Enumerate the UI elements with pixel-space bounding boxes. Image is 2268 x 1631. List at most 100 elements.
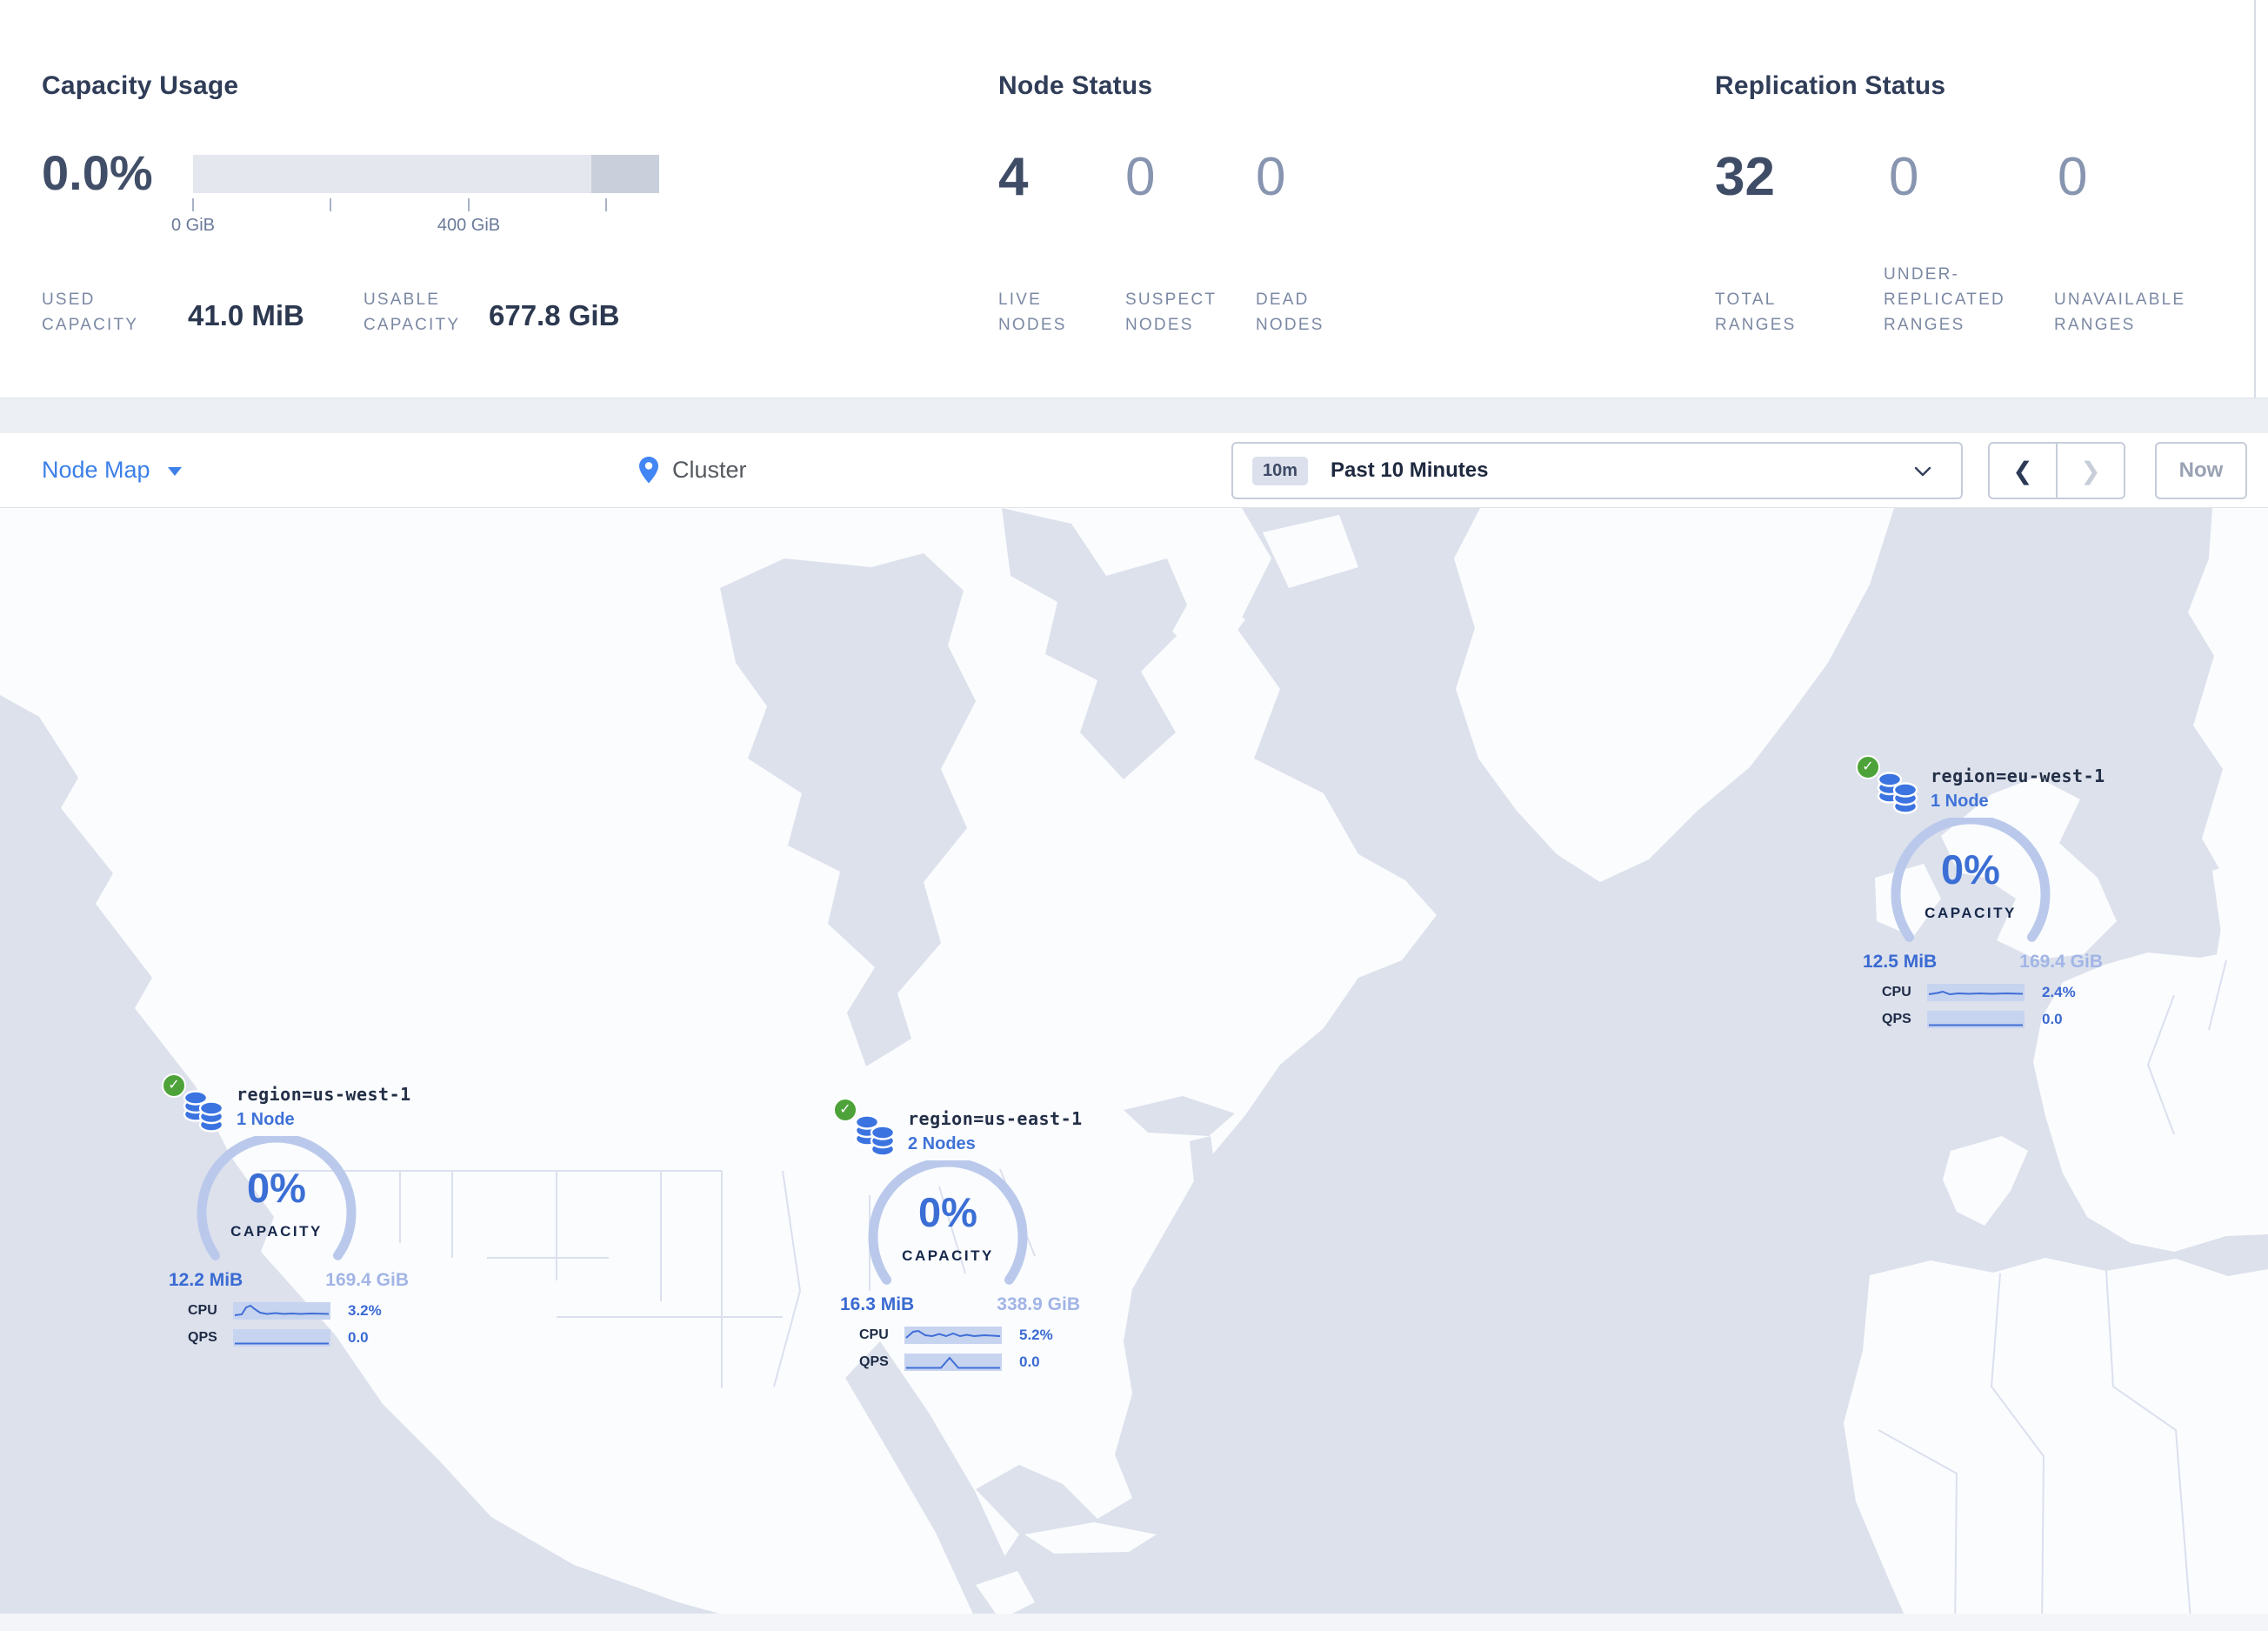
label-line: NODES	[1125, 316, 1194, 334]
qps-value: 0.0	[2042, 1011, 2063, 1027]
unavailable-ranges-count: 0	[2058, 147, 2088, 207]
capacity-gauge: 0% CAPACITY	[1875, 814, 2066, 974]
view-selector-label: Node Map	[42, 457, 150, 483]
node-status-title: Node Status	[998, 71, 1153, 100]
database-icon	[854, 1112, 897, 1159]
cpu-label: CPU	[859, 1327, 889, 1342]
region-used-capacity: 12.2 MiB	[169, 1270, 243, 1290]
label-line: UNDER-	[1884, 265, 1960, 284]
capacity-gauge: 0% CAPACITY	[181, 1133, 372, 1293]
capacity-usage-title: Capacity Usage	[42, 71, 239, 100]
region-used-capacity: 12.5 MiB	[1863, 952, 1938, 972]
label-line: RANGES	[2054, 316, 2136, 334]
qps-sparkline	[233, 1329, 330, 1347]
dead-nodes-label: DEAD NODES	[1256, 287, 1324, 338]
axis-tick	[605, 198, 607, 211]
replication-status-title: Replication Status	[1715, 71, 1946, 100]
label-line: UNAVAILABLE	[2054, 291, 2186, 309]
axis-tick-label: 400 GiB	[437, 216, 501, 235]
region-metrics: CPU 5.2% QPS 0.0	[859, 1326, 1053, 1380]
chevron-down-icon	[1914, 466, 1931, 477]
time-window-badge: 10m	[1252, 456, 1309, 485]
gauge-percent: 0%	[247, 1165, 306, 1211]
label-line: CAPACITY	[364, 316, 461, 334]
total-ranges-label: TOTAL RANGES	[1715, 287, 1796, 338]
axis-tick-label: 0 GiB	[170, 216, 216, 235]
cpu-value: 2.4%	[2042, 984, 2076, 1000]
cluster-summary-panel: Capacity Usage 0.0% 0 GiB 400 GiB USED C…	[0, 0, 2268, 398]
breadcrumb-label: Cluster	[672, 457, 747, 483]
qps-sparkline	[1927, 1011, 2025, 1028]
region-node-count: 1 Node	[1931, 792, 1989, 811]
axis-tick	[192, 198, 194, 211]
cpu-value: 3.2%	[348, 1302, 382, 1319]
region-used-capacity: 16.3 MiB	[840, 1294, 915, 1314]
map-pin-icon	[639, 457, 658, 484]
capacity-gauge: 0% CAPACITY	[852, 1157, 1044, 1317]
total-ranges-count: 32	[1715, 147, 1775, 207]
world-map	[0, 508, 2268, 1631]
label-line: REPLICATED	[1884, 291, 2005, 309]
panel-edge-divider	[2254, 0, 2256, 398]
qps-value: 0.0	[1019, 1354, 1040, 1370]
region-node-count: 2 Nodes	[908, 1134, 976, 1153]
breadcrumb-cluster[interactable]: Cluster	[637, 433, 747, 507]
gauge-percent: 0%	[918, 1189, 977, 1235]
cpu-sparkline	[233, 1302, 330, 1320]
qps-label: QPS	[1882, 1012, 1911, 1026]
region-card-eu-west-1[interactable]: ✓ region=eu-west-1 1 Node 0% CAPACITY 12…	[1851, 753, 2115, 1044]
label-line: RANGES	[1884, 316, 1965, 334]
healthy-check-icon: ✓	[1856, 755, 1880, 779]
region-metrics: CPU 2.4% QPS 0.0	[1882, 983, 2076, 1037]
label-line: DEAD	[1256, 291, 1310, 309]
suspect-nodes-count: 0	[1125, 147, 1156, 207]
label-line: TOTAL	[1715, 291, 1777, 309]
time-next-button[interactable]: ❯	[2058, 444, 2124, 498]
capacity-bar-reserved-segment	[591, 155, 659, 193]
healthy-check-icon: ✓	[162, 1073, 186, 1098]
qps-value: 0.0	[348, 1329, 369, 1346]
usable-capacity-label: USABLE CAPACITY	[364, 287, 460, 338]
region-card-us-east-1[interactable]: ✓ region=us-east-1 2 Nodes 0% CAPACITY 1…	[828, 1096, 1092, 1387]
label-line: NODES	[1256, 316, 1324, 334]
region-total-capacity: 169.4 GiB	[325, 1270, 409, 1290]
qps-label: QPS	[188, 1330, 217, 1345]
cpu-label: CPU	[1882, 985, 1911, 999]
capacity-usage-bar	[193, 155, 659, 193]
axis-tick	[468, 198, 470, 211]
time-prev-button[interactable]: ❮	[1990, 444, 2058, 498]
suspect-nodes-label: SUSPECT NODES	[1125, 287, 1217, 338]
database-icon	[1877, 769, 1920, 816]
label-line: RANGES	[1715, 316, 1797, 334]
label-line: USABLE	[364, 291, 441, 309]
region-name: region=eu-west-1	[1931, 765, 2105, 786]
unavailable-ranges-label: UNAVAILABLE RANGES	[2054, 287, 2185, 338]
label-line: NODES	[998, 316, 1067, 334]
live-nodes-label: LIVE NODES	[998, 287, 1067, 338]
gauge-capacity-label: CAPACITY	[1924, 905, 2017, 921]
database-icon	[183, 1087, 226, 1134]
region-name: region=us-west-1	[237, 1084, 411, 1105]
cpu-label: CPU	[188, 1303, 217, 1318]
time-window-label: Past 10 Minutes	[1331, 458, 1489, 482]
cluster-overview-page: Capacity Usage 0.0% 0 GiB 400 GiB USED C…	[0, 0, 2268, 1631]
caret-down-icon	[167, 467, 182, 476]
region-card-us-west-1[interactable]: ✓ region=us-west-1 1 Node 0% CAPACITY 12…	[157, 1072, 421, 1362]
gauge-capacity-label: CAPACITY	[230, 1223, 323, 1240]
under-replicated-ranges-label: UNDER- REPLICATED RANGES	[1884, 262, 2005, 338]
region-node-count: 1 Node	[237, 1110, 295, 1129]
node-map	[0, 508, 2268, 1631]
time-window-dropdown[interactable]: 10m Past 10 Minutes	[1231, 442, 1963, 499]
usable-capacity-value: 677.8 GiB	[489, 299, 620, 331]
qps-sparkline	[904, 1354, 1002, 1371]
used-capacity-label: USED CAPACITY	[42, 287, 138, 338]
map-toolbar: Node Map Cluster 10m Past 10 Minutes ❮ ❯…	[0, 433, 2268, 508]
time-now-button[interactable]: Now	[2155, 442, 2247, 499]
label-line: USED	[42, 291, 96, 309]
view-selector-dropdown[interactable]: Node Map	[42, 433, 182, 507]
region-total-capacity: 338.9 GiB	[997, 1294, 1080, 1314]
dead-nodes-count: 0	[1256, 147, 1286, 207]
healthy-check-icon: ✓	[833, 1098, 857, 1122]
label-line: CAPACITY	[42, 316, 139, 334]
qps-label: QPS	[859, 1354, 889, 1369]
